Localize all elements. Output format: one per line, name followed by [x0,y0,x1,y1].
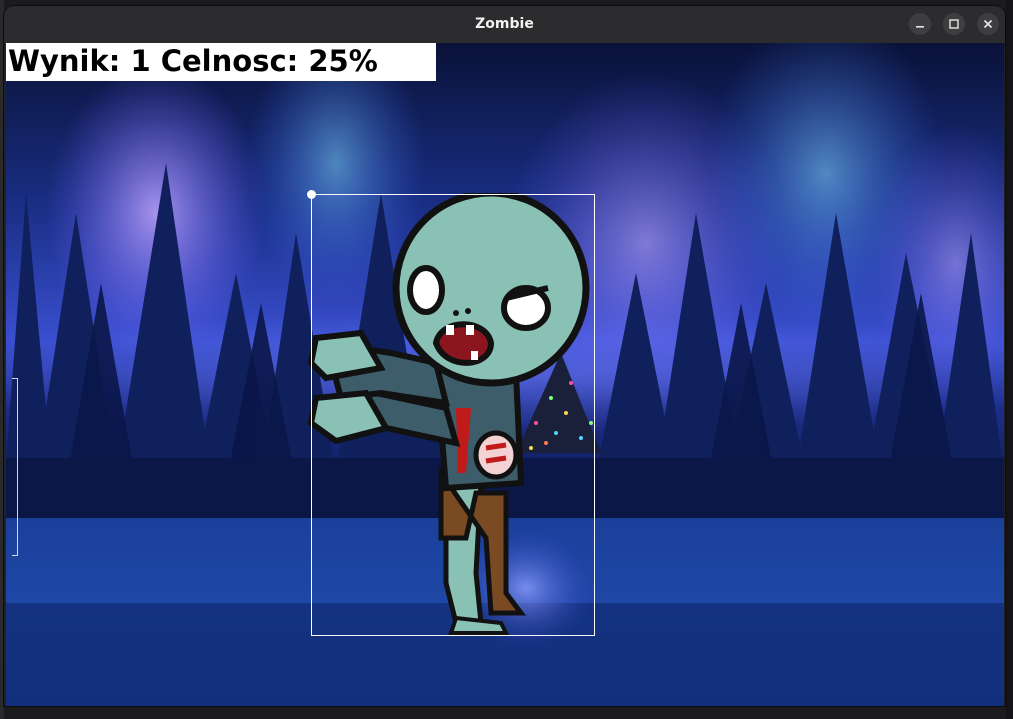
game-canvas[interactable]: Wynik: 1 Celnosc: 25% [6,43,1004,706]
maximize-icon [949,19,959,29]
desktop-background-edge-right [1006,0,1013,719]
game-window: Zombie Wynik: 1 Celnosc: 25% [4,6,1005,706]
title-bar[interactable]: Zombie [4,6,1005,43]
minimize-button[interactable] [909,13,931,35]
maximize-button[interactable] [943,13,965,35]
zombie-hitbox[interactable] [311,194,595,636]
hitbox-handle[interactable] [307,190,316,199]
close-button[interactable] [977,13,999,35]
close-icon [983,19,993,29]
side-panel-frame [12,378,18,556]
minimize-icon [916,26,924,28]
score-panel: Wynik: 1 Celnosc: 25% [6,43,436,81]
score-text: Wynik: 1 Celnosc: 25% [8,44,378,78]
window-title: Zombie [475,16,534,32]
